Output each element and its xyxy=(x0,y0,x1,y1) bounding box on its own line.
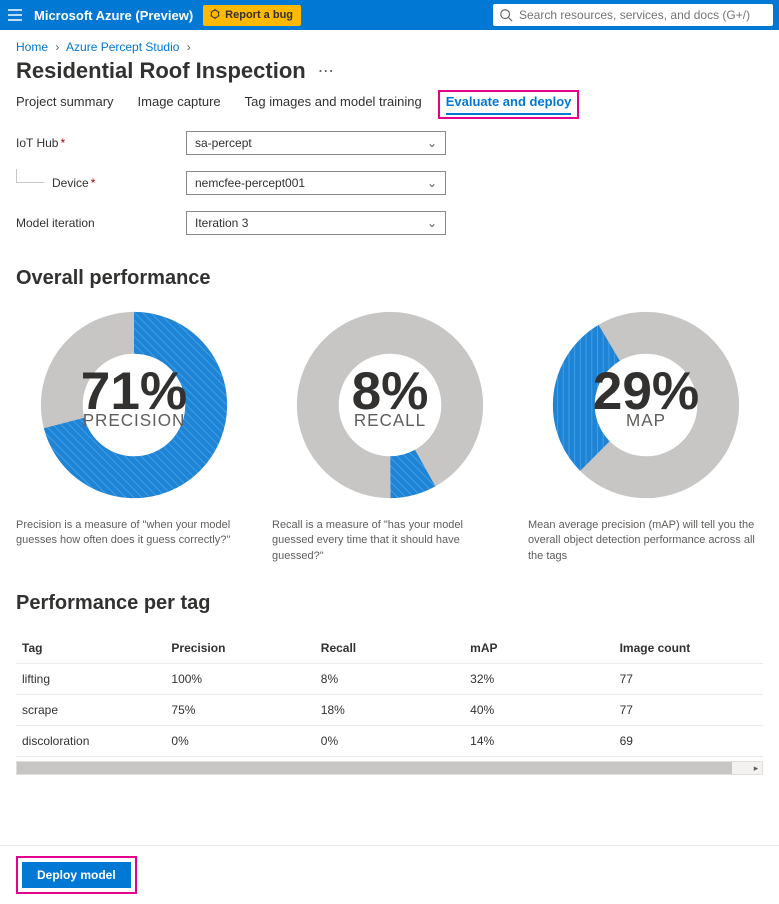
cell-cnt: 77 xyxy=(614,664,763,695)
brand-label: Microsoft Azure (Preview) xyxy=(34,8,193,23)
breadcrumb-home[interactable]: Home xyxy=(16,40,48,54)
donut-row: 71% PRECISION Precision is a measure of … xyxy=(0,300,779,564)
label-iot-hub: IoT Hub* xyxy=(16,136,186,150)
tab-evaluate-deploy-highlight: Evaluate and deploy xyxy=(438,90,580,119)
chevron-right-icon: › xyxy=(55,40,59,54)
footer: Deploy model xyxy=(0,845,779,904)
search-box[interactable] xyxy=(493,4,773,26)
donut-precision-chart: 71% PRECISION xyxy=(39,310,229,500)
cell-tag: scrape xyxy=(16,695,165,726)
donut-recall-label: RECALL xyxy=(353,411,425,430)
donut-precision: 71% PRECISION Precision is a measure of … xyxy=(16,310,251,564)
donut-precision-label: PRECISION xyxy=(82,411,185,430)
chevron-down-icon: ⌄ xyxy=(427,136,437,150)
search-input[interactable] xyxy=(519,8,767,22)
cell-prec: 75% xyxy=(165,695,314,726)
more-actions-icon[interactable]: ⋯ xyxy=(318,61,334,81)
scroll-right-icon[interactable]: ▸ xyxy=(750,762,762,774)
col-recall[interactable]: Recall xyxy=(315,633,464,664)
donut-recall: 8% RECALL Recall is a measure of "has yo… xyxy=(272,310,507,564)
table-scrollbar[interactable]: ▸ xyxy=(16,761,763,775)
donut-map-desc: Mean average precision (mAP) will tell y… xyxy=(528,518,763,564)
row-device: Device* nemcfee-percept001 ⌄ xyxy=(0,167,779,199)
heading-pertag: Performance per tag xyxy=(0,564,779,625)
tab-image-capture[interactable]: Image capture xyxy=(138,94,221,119)
pertag-table: Tag Precision Recall mAP Image count lif… xyxy=(16,633,763,757)
donut-precision-desc: Precision is a measure of "when your mod… xyxy=(16,518,251,549)
col-tag[interactable]: Tag xyxy=(16,633,165,664)
cell-map: 14% xyxy=(464,726,613,757)
table-row[interactable]: lifting 100% 8% 32% 77 xyxy=(16,664,763,695)
cell-tag: lifting xyxy=(16,664,165,695)
pertag-tbody: lifting 100% 8% 32% 77 scrape 75% 18% 40… xyxy=(16,664,763,757)
combo-device[interactable]: nemcfee-percept001 ⌄ xyxy=(186,171,446,195)
col-map[interactable]: mAP xyxy=(464,633,613,664)
cell-cnt: 69 xyxy=(614,726,763,757)
col-precision[interactable]: Precision xyxy=(165,633,314,664)
combo-iot-hub[interactable]: sa-percept ⌄ xyxy=(186,131,446,155)
table-header-row: Tag Precision Recall mAP Image count xyxy=(16,633,763,664)
tab-project-summary[interactable]: Project summary xyxy=(16,94,114,119)
page-title-row: Residential Roof Inspection ⋯ xyxy=(0,54,779,94)
cell-rec: 18% xyxy=(315,695,464,726)
hamburger-icon[interactable] xyxy=(6,6,24,24)
col-count[interactable]: Image count xyxy=(614,633,763,664)
cell-prec: 100% xyxy=(165,664,314,695)
cell-map: 40% xyxy=(464,695,613,726)
row-iot-hub: IoT Hub* sa-percept ⌄ xyxy=(0,127,779,159)
topbar: Microsoft Azure (Preview) Report a bug xyxy=(0,0,779,30)
cell-map: 32% xyxy=(464,664,613,695)
breadcrumb: Home › Azure Percept Studio › xyxy=(0,30,779,54)
label-device-text: Device xyxy=(52,176,89,190)
cell-cnt: 77 xyxy=(614,695,763,726)
donut-recall-desc: Recall is a measure of "has your model g… xyxy=(272,518,507,564)
donut-map-chart: 29% MAP xyxy=(551,310,741,500)
chevron-down-icon: ⌄ xyxy=(427,176,437,190)
deploy-model-button[interactable]: Deploy model xyxy=(22,862,131,888)
table-row[interactable]: discoloration 0% 0% 14% 69 xyxy=(16,726,763,757)
deploy-highlight: Deploy model xyxy=(16,856,137,894)
tab-evaluate-deploy[interactable]: Evaluate and deploy xyxy=(446,94,572,115)
bug-icon xyxy=(209,8,221,23)
combo-iot-hub-value: sa-percept xyxy=(195,136,252,150)
breadcrumb-studio[interactable]: Azure Percept Studio xyxy=(66,40,179,54)
tab-tag-train[interactable]: Tag images and model training xyxy=(245,94,422,119)
table-row[interactable]: scrape 75% 18% 40% 77 xyxy=(16,695,763,726)
donut-map-label: MAP xyxy=(626,411,666,430)
row-iteration: Model iteration Iteration 3 ⌄ xyxy=(0,207,779,239)
cell-tag: discoloration xyxy=(16,726,165,757)
cell-rec: 0% xyxy=(315,726,464,757)
combo-iteration[interactable]: Iteration 3 ⌄ xyxy=(186,211,446,235)
page-title: Residential Roof Inspection xyxy=(16,58,306,84)
cell-rec: 8% xyxy=(315,664,464,695)
donut-map: 29% MAP Mean average precision (mAP) wil… xyxy=(528,310,763,564)
chevron-right-icon: › xyxy=(187,40,191,54)
label-iot-hub-text: IoT Hub xyxy=(16,136,58,150)
scrollbar-thumb[interactable] xyxy=(17,762,732,774)
combo-iteration-value: Iteration 3 xyxy=(195,216,248,230)
cell-prec: 0% xyxy=(165,726,314,757)
chevron-down-icon: ⌄ xyxy=(427,216,437,230)
search-icon xyxy=(499,8,513,22)
combo-device-value: nemcfee-percept001 xyxy=(195,176,305,190)
tree-connector-icon xyxy=(16,169,44,183)
label-device: Device* xyxy=(16,176,186,190)
tab-strip: Project summary Image capture Tag images… xyxy=(0,94,779,119)
donut-recall-chart: 8% RECALL xyxy=(295,310,485,500)
report-bug-button[interactable]: Report a bug xyxy=(203,5,301,26)
report-bug-label: Report a bug xyxy=(225,9,293,21)
heading-overall: Overall performance xyxy=(0,239,779,300)
label-iteration: Model iteration xyxy=(16,216,186,230)
